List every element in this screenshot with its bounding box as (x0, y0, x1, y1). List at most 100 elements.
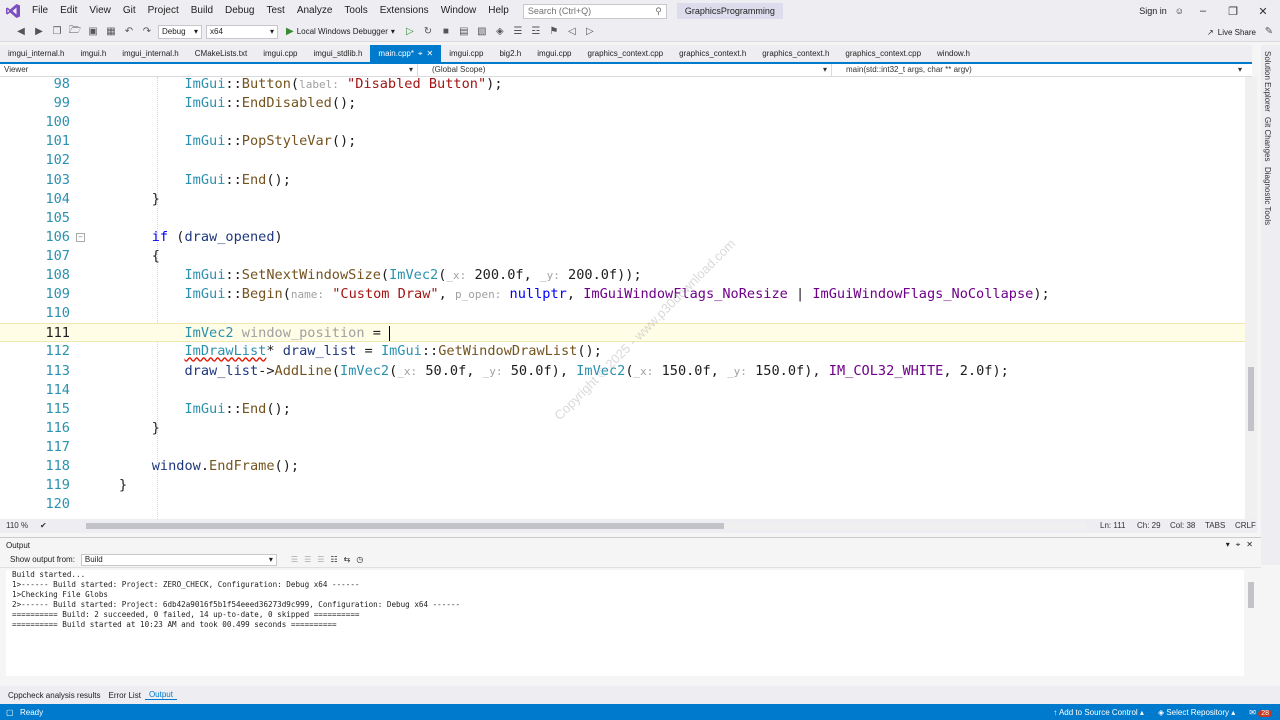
menu-item-window[interactable]: Window (435, 0, 483, 22)
find-message-icon[interactable]: ☰ (291, 555, 298, 564)
redo-icon[interactable]: ↷ (140, 25, 154, 39)
start-without-debugging-icon[interactable]: ▷ (403, 25, 417, 39)
prev-bookmark-icon[interactable]: ◁ (565, 25, 579, 39)
undo-icon[interactable]: ↶ (122, 25, 136, 39)
menu-item-view[interactable]: View (83, 0, 117, 22)
feedback-icon[interactable]: ✎ (1262, 25, 1276, 39)
menu-item-git[interactable]: Git (117, 0, 142, 22)
menu-item-project[interactable]: Project (142, 0, 185, 22)
close-tab-icon[interactable]: ✕ (427, 45, 434, 62)
new-project-icon[interactable]: ❐ (50, 25, 64, 39)
tab-document[interactable]: graphics_context.cpp (837, 45, 929, 62)
indentation-indicator[interactable]: TABS (1205, 519, 1225, 533)
screenshot-icon[interactable]: ▤ (457, 25, 471, 39)
code-editor[interactable]: 98 ImGui::Button(label: "Disabled Button… (0, 77, 1245, 519)
project-dropdown[interactable]: Viewer ▾ (0, 64, 418, 76)
tab-document[interactable]: graphics_context.h (671, 45, 754, 62)
select-repository-button[interactable]: ◈ Select Repository ▴ (1158, 708, 1235, 717)
code-line[interactable]: 117 (0, 438, 1245, 457)
tab-document[interactable]: imgui.cpp (255, 45, 305, 62)
menu-item-test[interactable]: Test (260, 0, 290, 22)
close-icon[interactable]: ✕ (1246, 540, 1253, 550)
editor-vertical-scroll-thumb[interactable] (1248, 367, 1254, 431)
code-line[interactable]: 101 ImGui::PopStyleVar(); (0, 132, 1245, 151)
code-line[interactable]: 110 (0, 304, 1245, 323)
bottom-tab-output[interactable]: Output (144, 690, 177, 700)
diagnostics-icon[interactable]: ▧ (475, 25, 489, 39)
code-line[interactable]: 120 (0, 495, 1245, 514)
fold-toggle-icon[interactable]: − (76, 232, 85, 242)
run-debugger-button[interactable]: ▶ Local Windows Debugger ▾ (282, 26, 399, 37)
next-message-icon[interactable]: ☰ (317, 555, 324, 564)
menu-item-file[interactable]: File (26, 0, 54, 22)
tab-document[interactable]: imgui_internal.h (0, 45, 72, 62)
menu-item-help[interactable]: Help (482, 0, 515, 22)
error-indicator-icon[interactable]: ✔ (40, 519, 47, 533)
forward-navigation-icon[interactable]: ▶ (32, 25, 46, 39)
menu-item-tools[interactable]: Tools (338, 0, 373, 22)
bottom-tab-cppcheck-analysis-results[interactable]: Cppcheck analysis results (4, 691, 104, 700)
output-source-select[interactable]: Build ▾ (80, 553, 277, 566)
clock-icon[interactable]: ◷ (356, 555, 363, 564)
editor-horizontal-scrollbar[interactable] (86, 523, 1086, 529)
code-line[interactable]: 103 ImGui::End(); (0, 171, 1245, 190)
pin-icon[interactable]: ⌖ (418, 45, 423, 62)
minimize-button[interactable]: – (1188, 0, 1218, 22)
tab-document[interactable]: imgui.cpp (529, 45, 579, 62)
restart-icon[interactable]: ■ (439, 25, 453, 39)
save-all-icon[interactable]: ▦ (104, 25, 118, 39)
notifications-button[interactable]: ✉ 28 (1249, 708, 1272, 717)
editor-vertical-scrollbar[interactable] (1245, 77, 1257, 519)
menu-item-debug[interactable]: Debug (219, 0, 260, 22)
tab-document[interactable]: window.h (929, 45, 978, 62)
open-file-icon[interactable]: 🗁 (68, 25, 82, 39)
code-line[interactable]: 113 draw_list->AddLine(ImVec2(_x: 50.0f,… (0, 362, 1245, 381)
git-changes-tab[interactable]: Git Changes (1263, 117, 1272, 161)
menu-item-extensions[interactable]: Extensions (374, 0, 435, 22)
code-line[interactable]: 104 } (0, 190, 1245, 209)
next-bookmark-icon[interactable]: ▷ (583, 25, 597, 39)
platform-select[interactable]: x64 ▾ (206, 24, 278, 39)
code-line[interactable]: 114 (0, 381, 1245, 400)
code-line[interactable]: 108 ImGui::SetNextWindowSize(ImVec2(_x: … (0, 266, 1245, 285)
tab-active-document[interactable]: main.cpp* ⌖ ✕ (370, 45, 442, 62)
code-line[interactable]: 115 ImGui::End(); (0, 400, 1245, 419)
code-line[interactable]: 118 window.EndFrame(); (0, 457, 1245, 476)
save-icon[interactable]: ▣ (86, 25, 100, 39)
tab-document[interactable]: graphics_context.h (754, 45, 837, 62)
line-ending-indicator[interactable]: CRLF (1235, 519, 1256, 533)
search-input[interactable]: Search (Ctrl+Q) ⚲ (522, 3, 667, 19)
tab-document[interactable]: imgui_internal.h (114, 45, 186, 62)
editor-horizontal-scroll-thumb[interactable] (86, 523, 724, 529)
tab-document[interactable]: imgui_stdlib.h (305, 45, 370, 62)
back-navigation-icon[interactable]: ◀ (14, 25, 28, 39)
tab-document[interactable]: imgui.h (72, 45, 114, 62)
column-indicator[interactable]: Col: 38 (1170, 519, 1195, 533)
clear-all-icon[interactable]: ☷ (330, 555, 337, 564)
chevron-down-icon[interactable]: ▾ (1226, 540, 1230, 550)
comment-icon[interactable]: ☰ (511, 25, 525, 39)
output-text-area[interactable]: Build started... 1>------ Build started: … (6, 570, 1244, 676)
code-line[interactable]: 98 ImGui::Button(label: "Disabled Button… (0, 77, 1245, 94)
uncomment-icon[interactable]: ☲ (529, 25, 543, 39)
code-line[interactable]: 100 (0, 113, 1245, 132)
breakpoint-icon[interactable]: ◈ (493, 25, 507, 39)
configuration-select[interactable]: Debug ▾ (158, 24, 202, 39)
visual-studio-logo-icon[interactable] (0, 0, 26, 22)
member-dropdown[interactable]: main(std::int32_t args, char ** argv) ▾ (832, 64, 1246, 76)
code-line[interactable]: 105 (0, 209, 1245, 228)
code-line[interactable]: 106− if (draw_opened) (0, 228, 1245, 247)
close-window-button[interactable]: ✕ (1248, 0, 1278, 22)
code-line[interactable]: 99 ImGui::EndDisabled(); (0, 94, 1245, 113)
zoom-level[interactable]: 110 % (6, 519, 28, 533)
pin-icon[interactable]: ⌖ (1236, 540, 1241, 550)
output-vertical-scrollbar[interactable] (1246, 570, 1256, 678)
prev-message-icon[interactable]: ☰ (304, 555, 311, 564)
signin-link[interactable]: Sign in (1139, 0, 1167, 22)
bottom-tab-error-list[interactable]: Error List (104, 691, 144, 700)
restore-button[interactable]: ❐ (1218, 0, 1248, 22)
code-line[interactable]: 116 } (0, 419, 1245, 438)
code-line[interactable]: 109 ImGui::Begin(name: "Custom Draw", p_… (0, 285, 1245, 304)
account-icon[interactable]: ☺ (1175, 0, 1184, 22)
menu-item-edit[interactable]: Edit (54, 0, 83, 22)
